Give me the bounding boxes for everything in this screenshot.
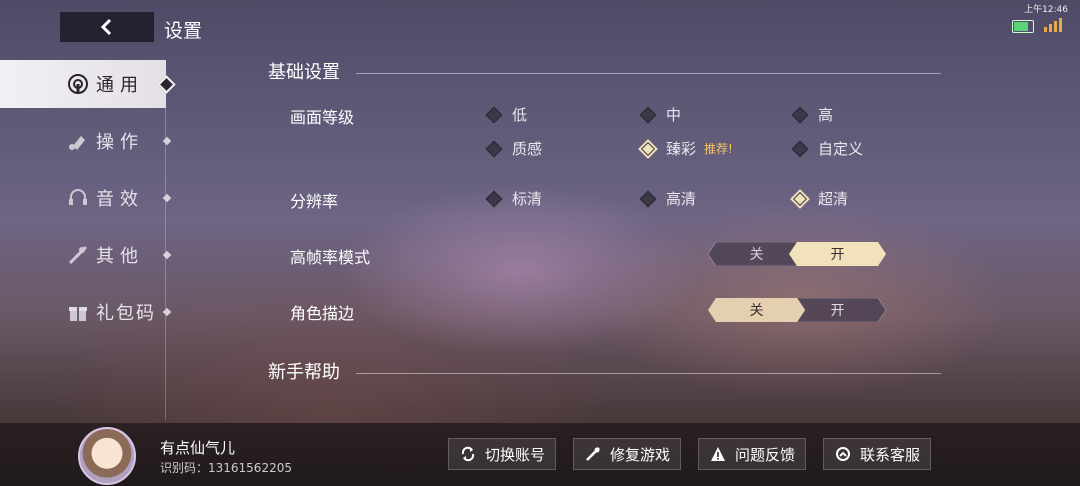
option-label: 高 <box>818 106 834 124</box>
radio-diamond <box>485 140 503 157</box>
username: 有点仙气儿 <box>160 439 236 457</box>
nav-dot <box>162 193 172 203</box>
signal-icon <box>1044 18 1062 32</box>
sidebar-item-label: 通用 <box>96 75 144 96</box>
sidebar-item-gift-code[interactable]: 礼包码 <box>0 288 172 336</box>
outline-label: 角色描边 <box>290 304 355 323</box>
sidebar-item-other[interactable]: 其他 <box>0 231 172 279</box>
high-fps-toggle[interactable]: 关 开 <box>708 242 886 266</box>
button-label: 问题反馈 <box>734 445 795 464</box>
option-label: 中 <box>666 106 682 124</box>
feedback-button[interactable]: 问题反馈 <box>698 438 806 470</box>
resolution-option-hd[interactable]: 高清 <box>639 188 697 209</box>
sidebar-item-label: 其他 <box>96 246 144 267</box>
option-label: 质感 <box>512 140 543 158</box>
quality-label: 画面等级 <box>290 108 355 127</box>
recommend-badge: 推荐! <box>704 142 733 156</box>
button-label: 切换账号 <box>484 445 545 464</box>
radio-diamond-selected <box>790 188 810 209</box>
option-label: 低 <box>512 106 528 124</box>
sidebar-item-label: 音效 <box>96 189 144 210</box>
general-icon <box>66 72 90 96</box>
user-id: 识别码：13161562205 <box>160 461 292 475</box>
section-title-basic: 基础设置 <box>268 62 340 83</box>
switch-account-icon <box>459 445 477 463</box>
outline-toggle[interactable]: 关 开 <box>708 298 886 322</box>
toggle-off-label[interactable]: 关 <box>712 300 801 320</box>
resolution-option-sd[interactable]: 标清 <box>485 188 543 209</box>
resolution-option-uhd[interactable]: 超清 <box>790 188 849 209</box>
radio-diamond <box>639 190 657 207</box>
nav-dot <box>162 307 172 317</box>
nav-dot <box>162 250 172 260</box>
operation-icon <box>66 129 90 153</box>
quality-option-low[interactable]: 低 <box>485 104 528 125</box>
radio-diamond <box>485 190 503 207</box>
section-divider <box>356 73 941 74</box>
option-label: 自定义 <box>818 140 864 158</box>
option-label: 超清 <box>818 190 849 208</box>
resolution-label: 分辨率 <box>290 192 339 211</box>
sidebar-item-audio[interactable]: 音效 <box>0 174 172 222</box>
sidebar-item-label: 礼包码 <box>96 303 156 324</box>
gift-icon <box>66 300 90 324</box>
radio-diamond-selected <box>638 138 658 159</box>
section-divider <box>356 373 941 374</box>
radio-diamond <box>791 140 809 157</box>
radio-diamond <box>485 106 503 123</box>
quality-option-high[interactable]: 高 <box>791 104 834 125</box>
avatar[interactable] <box>78 427 136 485</box>
sidebar-item-general[interactable]: 通用 <box>0 60 176 108</box>
sidebar-item-operation[interactable]: 操作 <box>0 117 172 165</box>
back-button[interactable] <box>60 12 154 42</box>
sidebar: 通用 操作 音效 其他 礼包码 <box>0 60 176 422</box>
battery-icon <box>1012 20 1034 33</box>
quality-option-ultimate[interactable]: 臻彩 推荐! <box>638 138 733 159</box>
radio-diamond <box>639 106 657 123</box>
option-label: 臻彩 <box>666 140 697 158</box>
status-bar: 上午12:46 <box>1012 2 1068 33</box>
button-label: 联系客服 <box>859 445 920 464</box>
repair-game-button[interactable]: 修复游戏 <box>573 438 681 470</box>
option-label: 高清 <box>666 190 697 208</box>
quality-option-medium[interactable]: 中 <box>639 104 682 125</box>
option-label: 标清 <box>512 190 543 208</box>
quality-option-texture[interactable]: 质感 <box>485 138 543 159</box>
button-label: 修复游戏 <box>609 445 670 464</box>
clock: 上午12:46 <box>1024 5 1068 15</box>
toggle-on-label[interactable]: 开 <box>793 244 882 264</box>
repair-icon <box>584 445 602 463</box>
switch-account-button[interactable]: 切换账号 <box>448 438 556 470</box>
page-title: 设置 <box>164 20 203 42</box>
headset-icon <box>66 186 90 210</box>
toggle-off-label[interactable]: 关 <box>712 244 801 264</box>
chevron-left-icon <box>100 18 112 36</box>
contact-support-button[interactable]: 联系客服 <box>823 438 931 470</box>
sidebar-item-label: 操作 <box>96 132 144 153</box>
section-title-help: 新手帮助 <box>268 362 340 383</box>
nav-dot <box>162 136 172 146</box>
radio-diamond <box>791 106 809 123</box>
customer-service-icon <box>834 445 852 463</box>
tools-icon <box>66 243 90 267</box>
active-marker <box>157 74 176 94</box>
warning-icon <box>709 445 727 463</box>
high-fps-label: 高帧率模式 <box>290 248 371 267</box>
quality-option-custom[interactable]: 自定义 <box>791 138 864 159</box>
toggle-on-label[interactable]: 开 <box>793 300 882 320</box>
